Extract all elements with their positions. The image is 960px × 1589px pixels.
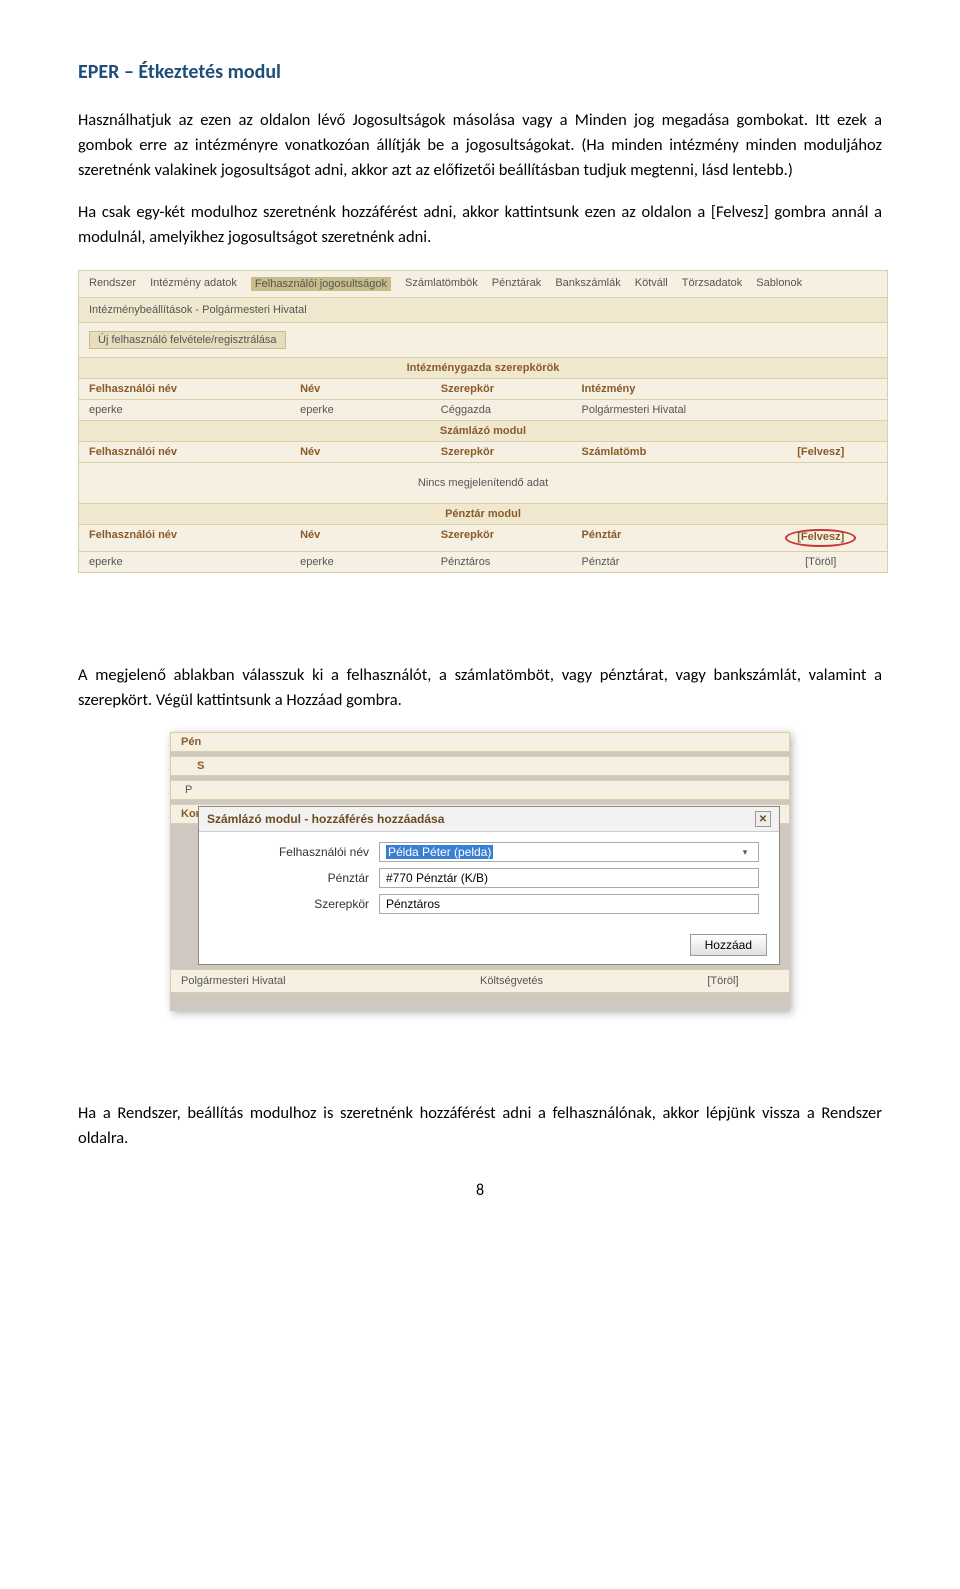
breadcrumb: Intézménybeállítások - Polgármesteri Hiv… [78,298,888,323]
cell-penztar: Pénztár [582,556,765,568]
col-user: Felhasználói név [89,446,300,458]
col-name: Név [300,529,441,547]
section-penztar-header: Felhasználói név Név Szerepkör Pénztár [… [78,525,888,552]
col-name: Név [300,383,441,395]
dialog-title: Számlázó modul - hozzáférés hozzáadása [207,812,444,826]
tab-penztarak[interactable]: Pénztárak [492,277,542,291]
chevron-down-icon[interactable]: ▾ [738,847,752,858]
tab-bankszamlak[interactable]: Bankszámlák [555,277,620,291]
label-user: Felhasználói név [219,845,379,859]
bg-row: S [170,756,790,776]
section-gazda-header: Felhasználói név Név Szerepkör Intézmény [78,379,888,400]
col-role: Szerepkör [441,383,582,395]
label-penztar: Pénztár [219,871,379,885]
tab-intezmeny[interactable]: Intézmény adatok [150,277,237,291]
tab-rendszer[interactable]: Rendszer [89,277,136,291]
no-data-label: Nincs megjelenítendő adat [78,463,888,504]
new-user-button[interactable]: Új felhasználó felvétele/regisztrálása [89,331,286,349]
tab-jogosultsagok[interactable]: Felhasználói jogosultságok [251,277,391,291]
penztar-select[interactable]: #770 Pénztár (K/B) [379,868,759,888]
role-select[interactable]: Pénztáros [379,894,759,914]
add-access-dialog: Számlázó modul - hozzáférés hozzáadása ✕… [198,806,780,965]
section-gazda-title: Intézménygazda szerepkörök [78,358,888,379]
tab-sablonok[interactable]: Sablonok [756,277,802,291]
col-penztar: Pénztár [582,529,765,547]
cell-role: Pénztáros [441,556,582,568]
col-tomb: Számlatömb [582,446,765,458]
section-penztar-title: Pénztár modul [78,504,888,525]
tab-torzsadatok[interactable]: Törzsadatok [682,277,743,291]
bg-row: P [170,780,790,800]
screenshot-dialog: Pén S P Kor Számlázó modul - hozzáférés … [170,732,790,1011]
section-szamlazo-header: Felhasználói név Név Szerepkör Számlatöm… [78,442,888,463]
cell-user: eperke [89,556,300,568]
label-role: Szerepkör [219,897,379,911]
felvesz-link-circled[interactable]: [Felvesz] [785,529,856,547]
col-role: Szerepkör [441,529,582,547]
table-row: eperke eperke Céggazda Polgármesteri Hiv… [78,400,888,421]
bg-bottom-row: Polgármesteri Hivatal Költségvetés [Törö… [170,969,790,993]
cell-inst: Polgármesteri Hivatal [181,975,480,987]
paragraph-3: A megjelenő ablakban válasszuk ki a felh… [78,663,882,713]
penztar-selected: #770 Pénztár (K/B) [386,871,488,885]
user-selected: Példa Péter (pelda) [386,845,493,859]
tab-szamlatombok[interactable]: Számlatömbök [405,277,478,291]
col-user: Felhasználói név [89,529,300,547]
felvesz-link[interactable]: [Felvesz] [764,446,877,458]
tab-kotvall[interactable]: Kötváll [635,277,668,291]
col-inst: Intézmény [582,383,765,395]
cell-role: Céggazda [441,404,582,416]
page-header: EPER – Étkeztetés modul [78,60,882,84]
role-selected: Pénztáros [386,897,440,911]
user-select[interactable]: Példa Péter (pelda) ▾ [379,842,759,862]
close-icon[interactable]: ✕ [755,811,771,827]
torol-link[interactable]: [Töröl] [764,556,877,568]
add-button[interactable]: Hozzáad [690,934,767,956]
bg-row: Pén [170,732,790,752]
torol-link[interactable]: [Töröl] [667,975,779,987]
cell-user: eperke [89,404,300,416]
paragraph-4: Ha a Rendszer, beállítás modulhoz is sze… [78,1101,882,1151]
tabs-bar: Rendszer Intézmény adatok Felhasználói j… [78,270,888,298]
cell-inst: Polgármesteri Hivatal [582,404,765,416]
page-number: 8 [78,1181,882,1200]
table-row: eperke eperke Pénztáros Pénztár [Töröl] [78,552,888,573]
cell-name: eperke [300,404,441,416]
col-role: Szerepkör [441,446,582,458]
screenshot-permissions: Rendszer Intézmény adatok Felhasználói j… [78,270,888,573]
cell-budget: Költségvetés [480,975,667,987]
col-name: Név [300,446,441,458]
paragraph-2: Ha csak egy-két modulhoz szeretnénk hozz… [78,200,882,250]
col-user: Felhasználói név [89,383,300,395]
cell-name: eperke [300,556,441,568]
section-szamlazo-title: Számlázó modul [78,421,888,442]
paragraph-1: Használhatjuk az ezen az oldalon lévő Jo… [78,108,882,182]
